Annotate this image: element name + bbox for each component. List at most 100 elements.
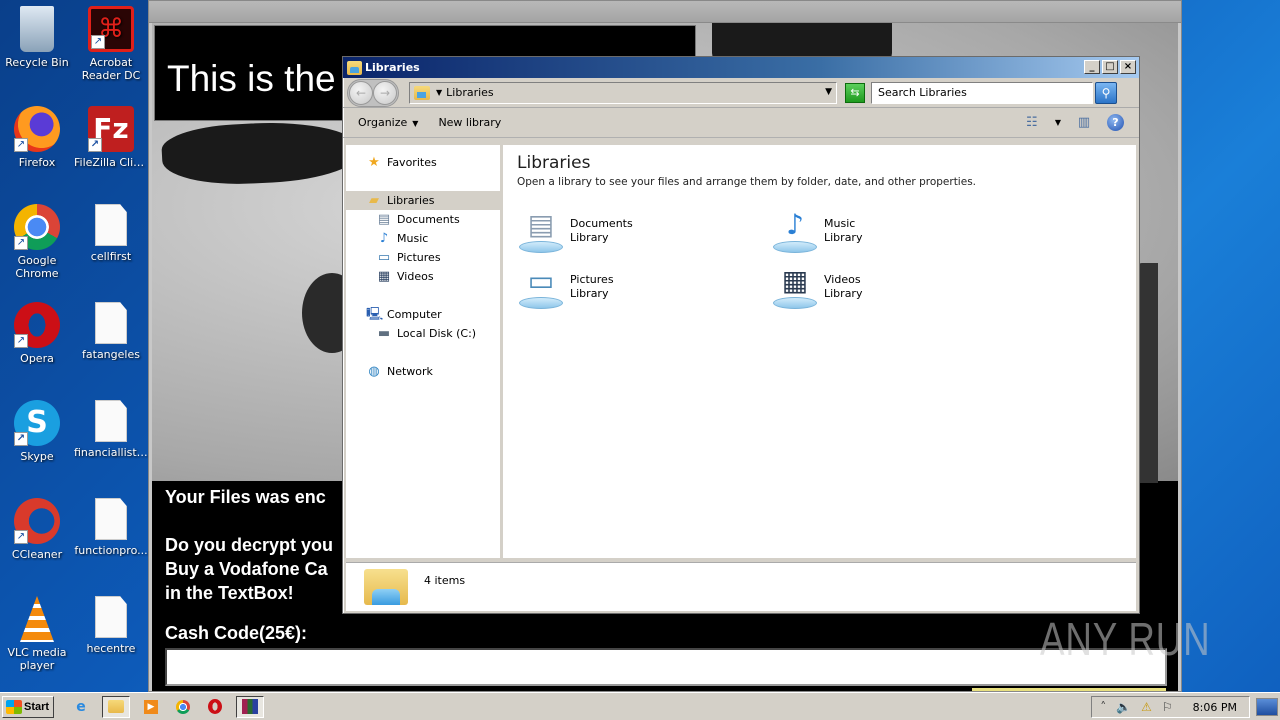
desktop-icon-ccleaner[interactable]: ↗ CCleaner xyxy=(0,492,74,561)
quick-launch: e ▶ xyxy=(70,695,264,718)
nav-videos[interactable]: ▦ Videos xyxy=(346,267,500,286)
desktop-icon-skype[interactable]: S ↗ Skype xyxy=(0,394,74,463)
nav-label: Favorites xyxy=(387,156,437,169)
arrow-left-icon: ← xyxy=(355,85,367,100)
nav-label: Pictures xyxy=(397,251,441,264)
explorer-icon[interactable] xyxy=(102,695,130,718)
message-line: Buy a Vodafone Ca xyxy=(165,559,328,579)
library-item-music[interactable]: ♪ Music Library xyxy=(771,207,1011,253)
start-button[interactable]: Start xyxy=(2,695,54,718)
navigation-pane: ★ Favorites ▰ Libraries ▤ Documents ♪ Music … xyxy=(346,145,503,558)
address-bar[interactable]: ▼ Libraries ▼ xyxy=(409,81,837,104)
shortcut-arrow-icon: ↗ xyxy=(14,530,28,544)
opera-icon[interactable] xyxy=(204,696,226,718)
nav-pictures[interactable]: ▭ Pictures xyxy=(346,248,500,267)
desktop-icon-financiallistings[interactable]: financiallistings xyxy=(74,394,148,459)
nav-network[interactable]: ◍ Network xyxy=(346,362,500,381)
search-button[interactable]: ⚲ xyxy=(1095,81,1117,104)
show-desktop-button[interactable] xyxy=(1256,698,1278,716)
desktop-icon-acrobat[interactable]: ⌘ ↗ Acrobat Reader DC xyxy=(74,0,148,82)
window-title: Libraries xyxy=(365,61,420,74)
ransom-message: Your Files was enc Do you decrypt you Bu… xyxy=(165,485,333,605)
minimize-button[interactable]: _ xyxy=(1084,60,1100,74)
arrow-right-icon: → xyxy=(379,85,391,100)
content-heading: Libraries xyxy=(517,153,591,173)
nav-label: Computer xyxy=(387,308,442,321)
library-item-documents[interactable]: ▤ Documents Library xyxy=(517,207,757,253)
explorer-titlebar[interactable]: Libraries _ □ × xyxy=(343,57,1139,78)
nav-computer[interactable]: 🖳 Computer xyxy=(346,305,500,324)
nav-local-disk[interactable]: ▬ Local Disk (C:) xyxy=(346,324,500,343)
show-hidden-icons-icon[interactable]: ˄ xyxy=(1100,700,1106,714)
help-icon[interactable]: ? xyxy=(1107,114,1124,131)
address-dropdown-icon[interactable]: ▼ xyxy=(825,87,832,97)
breadcrumb-libraries[interactable]: Libraries xyxy=(446,86,494,99)
nav-libraries[interactable]: ▰ Libraries xyxy=(346,191,500,210)
nav-favorites[interactable]: ★ Favorites xyxy=(346,153,500,172)
command-bar: Organize ▼ New library ☷ ▼ ▥ ? xyxy=(343,108,1139,138)
network-warning-icon[interactable]: ⚠ xyxy=(1141,700,1152,714)
start-label: Start xyxy=(24,700,50,713)
view-dropdown-icon[interactable]: ▼ xyxy=(1055,118,1061,127)
content-description: Open a library to see your files and arr… xyxy=(517,176,976,188)
winrar-icon[interactable] xyxy=(236,695,264,718)
libraries-icon: ▰ xyxy=(369,192,379,208)
library-item-pictures[interactable]: ▭ Pictures Library xyxy=(517,263,757,309)
action-center-flag-icon[interactable]: ⚐ xyxy=(1162,700,1173,714)
explorer-content: ★ Favorites ▰ Libraries ▤ Documents ♪ Music … xyxy=(346,145,1136,558)
close-button[interactable]: × xyxy=(1120,60,1136,74)
back-button[interactable]: ← xyxy=(349,80,373,105)
preview-pane-icon[interactable]: ▥ xyxy=(1075,115,1093,131)
nav-label: Local Disk (C:) xyxy=(397,327,477,340)
videos-icon: ▦ xyxy=(377,268,391,284)
nav-label: Network xyxy=(387,365,433,378)
chrome-icon[interactable] xyxy=(172,696,194,718)
desktop-icon-firefox[interactable]: ↗ Firefox xyxy=(0,100,74,169)
pictures-icon: ▭ xyxy=(377,249,391,265)
library-item-videos[interactable]: ▦ Videos Library xyxy=(771,263,1011,309)
desktop-icon-vlc[interactable]: VLC media player xyxy=(0,590,74,672)
disk-icon: ▬ xyxy=(377,325,391,341)
desktop-icon-cellfirst[interactable]: cellfirst xyxy=(74,198,148,263)
nav-buttons: ← → xyxy=(347,78,399,107)
network-icon: ◍ xyxy=(368,363,380,379)
forward-button[interactable]: → xyxy=(373,80,397,105)
filezilla-icon: Fz ↗ xyxy=(88,106,134,152)
desktop-icon-functionpro[interactable]: functionpro... xyxy=(74,492,148,557)
libraries-icon xyxy=(414,85,430,100)
libraries-icon xyxy=(347,60,362,75)
videos-library-icon: ▦ xyxy=(771,263,819,309)
file-icon xyxy=(95,204,127,246)
view-options-icon[interactable]: ☷ xyxy=(1023,115,1041,131)
maximize-button[interactable]: □ xyxy=(1102,60,1118,74)
content-pane: Libraries Open a library to see your fil… xyxy=(503,145,1136,558)
cash-code-input[interactable] xyxy=(165,648,1167,686)
nav-music[interactable]: ♪ Music xyxy=(346,229,500,248)
music-library-icon: ♪ xyxy=(771,207,819,253)
breadcrumb-arrow-icon[interactable]: ▼ xyxy=(436,88,442,97)
volume-icon[interactable]: 🔈 xyxy=(1116,700,1131,714)
nav-label: Music xyxy=(397,232,429,245)
library-name: Documents xyxy=(570,217,633,230)
ransom-window-titlebar[interactable] xyxy=(149,1,1181,23)
item-count: 4 items xyxy=(424,574,466,587)
library-type: Library xyxy=(570,231,609,244)
desktop-icon-chrome[interactable]: ↗ Google Chrome xyxy=(0,198,74,280)
desktop-icon-filezilla[interactable]: Fz ↗ FileZilla Client xyxy=(74,100,148,169)
refresh-button[interactable]: ⇆ xyxy=(845,82,865,103)
desktop-icon-opera[interactable]: ↗ Opera xyxy=(0,296,74,365)
shortcut-arrow-icon: ↗ xyxy=(14,334,28,348)
music-icon: ♪ xyxy=(379,230,389,246)
media-player-icon[interactable]: ▶ xyxy=(140,696,162,718)
desktop-icon-fatangeles[interactable]: fatangeles xyxy=(74,296,148,361)
skype-icon: S ↗ xyxy=(14,400,60,446)
nav-documents[interactable]: ▤ Documents xyxy=(346,210,500,229)
desktop-icon-hecentre[interactable]: hecentre xyxy=(74,590,148,655)
new-library-button[interactable]: New library xyxy=(438,116,501,129)
organize-button[interactable]: Organize ▼ xyxy=(358,116,418,129)
desktop-icon-recycle-bin[interactable]: Recycle Bin xyxy=(0,0,74,69)
internet-explorer-icon[interactable]: e xyxy=(70,696,92,718)
search-input[interactable]: Search Libraries xyxy=(871,81,1093,104)
clock[interactable]: 8:06 PM xyxy=(1193,701,1237,714)
